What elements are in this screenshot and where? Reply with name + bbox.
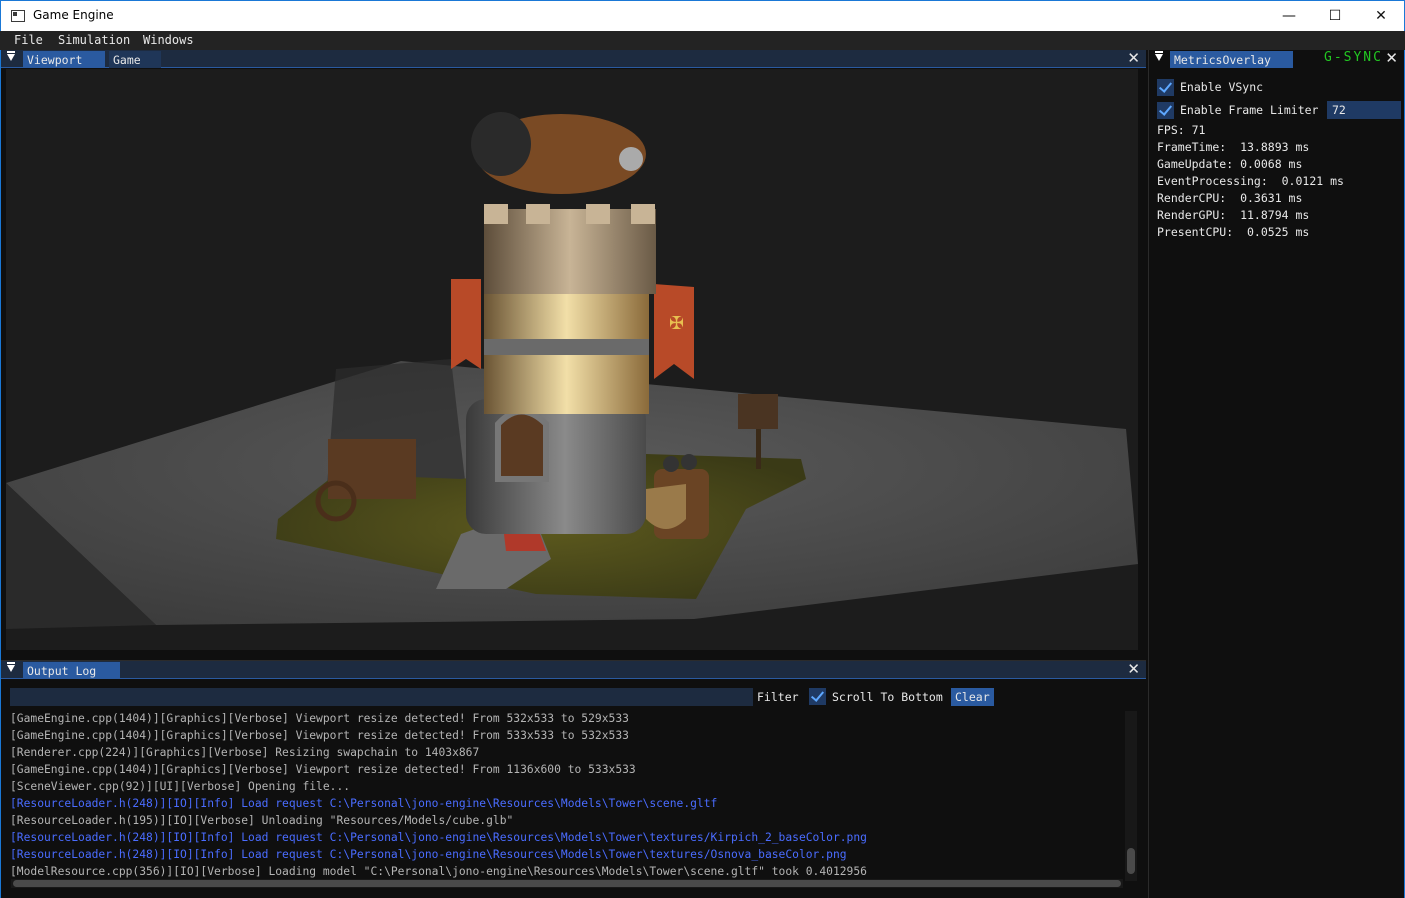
metric-frametime: FrameTime: 13.8893 ms — [1157, 140, 1310, 154]
log-line: [ResourceLoader.h(248)][IO][Info] Load r… — [10, 797, 718, 810]
scroll-to-bottom-checkbox[interactable] — [809, 688, 826, 705]
log-line: [ResourceLoader.h(248)][IO][Info] Load r… — [10, 831, 867, 844]
output-log-panel: Output Log ✕ Filter Scroll To Bottom Cle… — [1, 660, 1146, 898]
menu-bar: File Simulation Windows — [0, 31, 1405, 50]
minimize-button[interactable]: — — [1266, 1, 1312, 31]
metrics-close-icon[interactable]: ✕ — [1385, 49, 1398, 67]
scroll-to-bottom-label: Scroll To Bottom — [832, 689, 943, 704]
log-line: [GameEngine.cpp(1404)][Graphics][Verbose… — [10, 712, 629, 725]
log-vertical-scrollbar[interactable] — [1125, 711, 1137, 881]
tab-game[interactable]: Game — [109, 51, 161, 68]
metric-rendercpu: RenderCPU: 0.3631 ms — [1157, 191, 1303, 205]
menu-simulation[interactable]: Simulation — [58, 33, 130, 47]
tab-output-log[interactable]: Output Log — [23, 662, 120, 679]
menu-file[interactable]: File — [14, 33, 43, 47]
log-line: [ResourceLoader.h(195)][IO][Verbose] Unl… — [10, 814, 514, 827]
collapse-arrow-icon[interactable] — [7, 662, 15, 672]
tab-metrics-overlay[interactable]: MetricsOverlay — [1170, 51, 1293, 68]
tab-viewport[interactable]: Viewport — [23, 51, 105, 68]
log-line: [SceneViewer.cpp(92)][UI][Verbose] Openi… — [10, 780, 351, 793]
window-title: Game Engine — [33, 8, 114, 22]
tower-base — [466, 399, 646, 534]
log-line: [GameEngine.cpp(1404)][Graphics][Verbose… — [10, 763, 636, 776]
collapse-arrow-icon[interactable] — [7, 51, 15, 61]
filter-input[interactable] — [10, 688, 753, 706]
vsync-checkbox[interactable] — [1157, 78, 1174, 96]
cart-body — [328, 439, 416, 499]
log-horizontal-scrollbar[interactable] — [11, 879, 1123, 888]
metric-gameupdate: GameUpdate: 0.0068 ms — [1157, 157, 1303, 171]
menu-windows[interactable]: Windows — [143, 33, 194, 47]
filter-label: Filter — [757, 690, 799, 704]
cannon-muzzle — [471, 112, 531, 176]
sign-board — [738, 394, 778, 429]
vscroll-thumb[interactable] — [1127, 848, 1135, 874]
cannon-cap — [619, 147, 643, 171]
metric-fps: FPS: 71 — [1157, 123, 1206, 137]
frame-limiter-checkbox[interactable] — [1157, 101, 1174, 119]
hscroll-thumb[interactable] — [13, 880, 1121, 887]
metric-rendergpu: RenderGPU: 11.8794 ms — [1157, 208, 1310, 222]
metrics-tabbar: MetricsOverlay G-SYNC ✕ — [1149, 49, 1404, 68]
vsync-checkbox-row[interactable]: Enable VSync — [1157, 78, 1263, 96]
close-window-button[interactable]: ✕ — [1358, 1, 1404, 31]
frame-limit-input[interactable]: 72 — [1327, 101, 1401, 119]
tower-door — [495, 408, 549, 482]
svg-text:✠: ✠ — [669, 313, 684, 334]
log-line: [GameEngine.cpp(1404)][Graphics][Verbose… — [10, 729, 629, 742]
metrics-panel: MetricsOverlay G-SYNC ✕ Enable VSync Ena… — [1148, 49, 1404, 898]
tower-top — [484, 209, 656, 294]
log-line: [Renderer.cpp(224)][Graphics][Verbose] R… — [10, 746, 480, 759]
shield — [646, 484, 686, 529]
vsync-label: Enable VSync — [1180, 80, 1264, 94]
frame-limiter-label: Enable Frame Limiter — [1180, 103, 1319, 117]
log-tabbar: Output Log ✕ — [1, 660, 1146, 679]
scene-render: ✠ — [6, 112, 1138, 629]
window-titlebar[interactable]: Game Engine — ☐ ✕ — [0, 0, 1405, 31]
app-icon — [11, 10, 25, 22]
maximize-button[interactable]: ☐ — [1312, 1, 1358, 31]
collapse-arrow-icon[interactable] — [1155, 51, 1163, 61]
log-line: [ResourceLoader.h(248)][IO][Info] Load r… — [10, 848, 847, 861]
banner-left — [451, 279, 481, 369]
viewport-tabbar: Viewport Game ✕ — [1, 49, 1146, 68]
gsync-badge: G-SYNC — [1324, 50, 1383, 65]
tower-band — [484, 339, 649, 355]
clear-button[interactable]: Clear — [951, 688, 994, 706]
viewport-canvas[interactable]: ✠ — [6, 69, 1138, 650]
log-close-icon[interactable]: ✕ — [1127, 660, 1140, 678]
frame-limiter-row[interactable]: Enable Frame Limiter — [1157, 101, 1318, 119]
log-lines[interactable]: [GameEngine.cpp(1404)][Graphics][Verbose… — [10, 710, 1120, 878]
scroll-to-bottom-row[interactable]: Scroll To Bottom — [809, 688, 943, 705]
viewport-close-icon[interactable]: ✕ — [1127, 49, 1140, 67]
metric-presentcpu: PresentCPU: 0.0525 ms — [1157, 225, 1310, 239]
viewport-panel: Viewport Game ✕ ✠ — [1, 49, 1146, 656]
log-line: [ModelResource.cpp(356)][IO][Verbose] Lo… — [10, 865, 867, 878]
metric-eventprocessing: EventProcessing: 0.0121 ms — [1157, 174, 1344, 188]
